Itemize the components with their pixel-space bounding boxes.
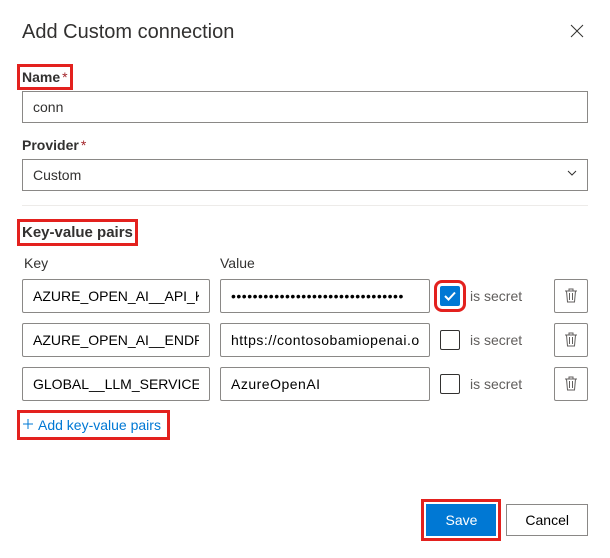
kv-delete-button[interactable]	[554, 279, 588, 313]
kv-row: is secret	[22, 279, 588, 313]
name-input[interactable]	[22, 91, 588, 123]
cancel-button[interactable]: Cancel	[506, 504, 588, 536]
kv-row: is secret	[22, 323, 588, 357]
kv-delete-button[interactable]	[554, 323, 588, 357]
kv-value-header: Value	[220, 255, 255, 271]
close-button[interactable]	[566, 20, 588, 45]
close-icon	[570, 25, 584, 41]
divider	[22, 205, 588, 206]
kv-key-input[interactable]	[22, 367, 210, 401]
add-kv-label: Add key-value pairs	[38, 417, 161, 433]
kv-value-input[interactable]	[220, 279, 430, 313]
kv-key-input[interactable]	[22, 279, 210, 313]
kv-secret-checkbox[interactable]	[440, 286, 460, 306]
kv-key-input[interactable]	[22, 323, 210, 357]
checkmark-icon	[443, 289, 457, 303]
kv-key-header: Key	[22, 255, 220, 271]
kv-secret-checkbox[interactable]	[440, 330, 460, 350]
provider-select[interactable]	[22, 159, 588, 191]
kv-secret-checkbox[interactable]	[440, 374, 460, 394]
trash-icon	[564, 332, 578, 348]
kv-row: is secret	[22, 367, 588, 401]
save-button[interactable]: Save	[426, 504, 496, 536]
provider-label: Provider*	[22, 137, 86, 153]
plus-icon	[22, 417, 34, 433]
add-kv-button[interactable]: Add key-value pairs	[22, 415, 165, 435]
kv-value-input[interactable]	[220, 323, 430, 357]
dialog-title: Add Custom connection	[22, 21, 234, 44]
kv-secret-label: is secret	[470, 332, 526, 348]
kv-value-input[interactable]	[220, 367, 430, 401]
name-label: Name*	[22, 69, 68, 85]
kv-secret-label: is secret	[470, 376, 526, 392]
trash-icon	[564, 288, 578, 304]
kv-delete-button[interactable]	[554, 367, 588, 401]
kv-secret-label: is secret	[470, 288, 526, 304]
trash-icon	[564, 376, 578, 392]
kv-section-heading: Key-value pairs	[22, 224, 133, 241]
